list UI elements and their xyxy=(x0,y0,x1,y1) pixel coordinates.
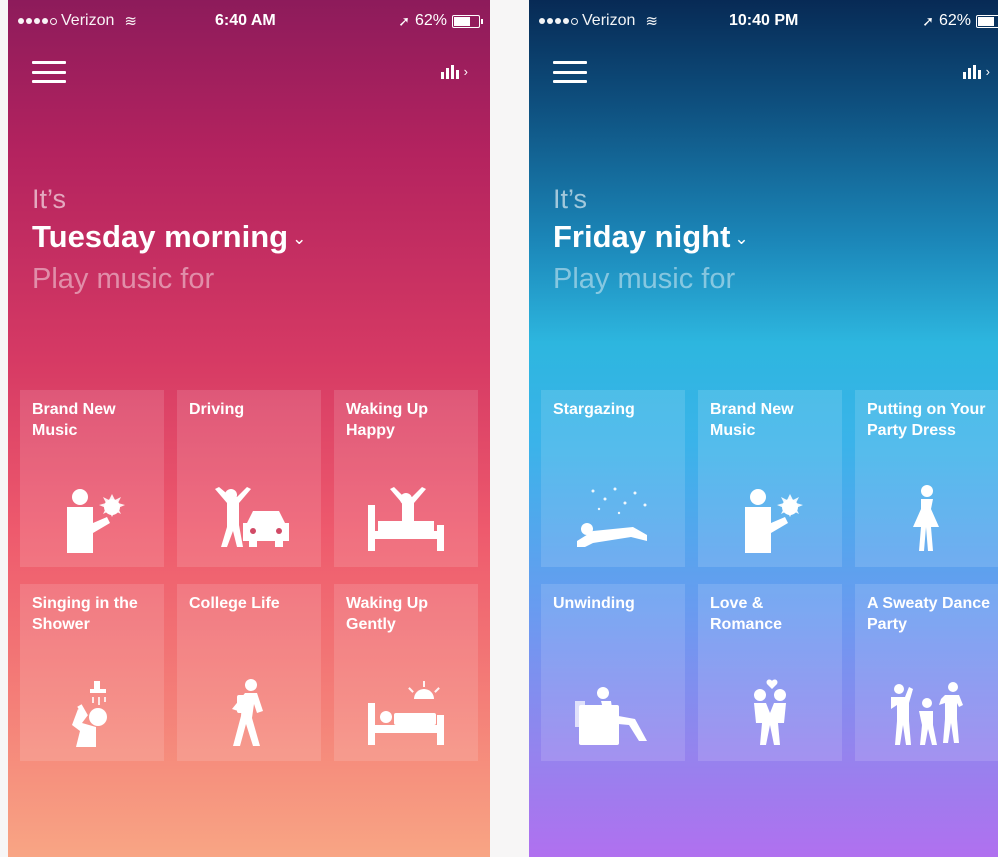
tile-college-life[interactable]: College Life xyxy=(177,584,321,761)
stats-chart-icon[interactable]: › xyxy=(962,65,990,79)
couple-kissing-icon xyxy=(754,679,786,745)
tile-brand-new-music[interactable]: Brand New Music xyxy=(20,390,164,567)
people-dancing-icon xyxy=(891,682,963,745)
play-music-for-prompt: Play music for xyxy=(32,262,215,295)
time-period-selector[interactable]: Friday night ⌄ xyxy=(553,216,749,260)
tile-label: Singing in the Shower xyxy=(32,595,138,633)
battery-icon xyxy=(976,14,998,28)
chevron-down-icon: ⌄ xyxy=(734,228,749,248)
person-car-icon xyxy=(215,487,289,547)
tile-putting-on-your-party-dress[interactable]: Putting on Your Party Dress xyxy=(855,390,998,567)
greeting: It’s Friday night ⌄ Play music for xyxy=(553,182,749,298)
location-arrow-icon: ➚ xyxy=(922,12,934,29)
tile-brand-new-music[interactable]: Brand New Music xyxy=(698,390,842,567)
wifi-icon: ≋ xyxy=(645,13,658,30)
location-arrow-icon: ➚ xyxy=(398,12,410,29)
status-right: ➚ 62% xyxy=(922,12,998,30)
tile-waking-up-happy[interactable]: Waking Up Happy xyxy=(334,390,478,567)
tile-love-romance[interactable]: Love & Romance xyxy=(698,584,842,761)
greeting-its: It’s xyxy=(32,184,67,214)
person-shower-icon xyxy=(72,681,107,747)
phone-screen-morning: Verizon ≋ 6:40 AM ➚ 62% › It’s Tuesday m… xyxy=(8,0,490,857)
status-time: 10:40 PM xyxy=(729,12,799,29)
tile-label: College Life xyxy=(189,595,280,612)
play-music-for-prompt: Play music for xyxy=(553,262,736,295)
tile-label: Brand New Music xyxy=(32,401,116,439)
tile-label: A Sweaty Dance Party xyxy=(867,595,991,633)
person-walking-backpack-icon xyxy=(232,679,263,746)
tile-label: Putting on Your Party Dress xyxy=(867,401,986,439)
battery-percent: 62% xyxy=(414,12,447,29)
person-waking-bed-icon xyxy=(368,487,444,551)
status-bar: Verizon ≋ 6:40 AM ➚ 62% xyxy=(8,0,490,40)
tile-unwinding[interactable]: Unwinding xyxy=(541,584,685,761)
tile-label: Love & Romance xyxy=(710,595,783,633)
tile-stargazing[interactable]: Stargazing xyxy=(541,390,685,567)
tile-driving[interactable]: Driving xyxy=(177,390,321,567)
tile-label: Stargazing xyxy=(553,401,635,418)
chevron-down-icon: ⌄ xyxy=(292,228,307,248)
status-bar: Verizon ≋ 10:40 PM ➚ 62% xyxy=(529,0,998,40)
time-period-label: Tuesday morning xyxy=(32,219,289,254)
tile-label: Brand New Music xyxy=(710,401,794,439)
phone-screen-night: Verizon ≋ 10:40 PM ➚ 62% › It’s Friday n… xyxy=(529,0,998,857)
hamburger-menu-icon[interactable] xyxy=(32,61,66,83)
time-period-selector[interactable]: Tuesday morning ⌄ xyxy=(32,216,306,260)
tile-label: Waking Up Happy xyxy=(346,401,429,439)
person-with-flower-icon xyxy=(67,489,125,553)
person-with-flower-icon xyxy=(745,489,803,553)
activity-grid: Brand New Music Driving Waking Up Happy … xyxy=(20,390,478,761)
stats-chart-icon[interactable]: › xyxy=(440,65,468,79)
tile-label: Waking Up Gently xyxy=(346,595,429,633)
tile-label: Unwinding xyxy=(553,595,635,612)
tile-waking-up-gently[interactable]: Waking Up Gently xyxy=(334,584,478,761)
person-armchair-icon xyxy=(575,687,647,745)
person-dress-icon xyxy=(913,485,939,551)
tile-singing-in-the-shower[interactable]: Singing in the Shower xyxy=(20,584,164,761)
battery-icon xyxy=(452,14,483,28)
tile-a-sweaty-dance-party[interactable]: A Sweaty Dance Party xyxy=(855,584,998,761)
person-bed-sun-icon xyxy=(368,681,444,745)
person-lying-stars-icon xyxy=(577,487,647,547)
carrier-name: Verizon xyxy=(61,12,115,29)
wifi-icon: ≋ xyxy=(124,13,137,30)
greeting: It’s Tuesday morning ⌄ Play music for xyxy=(32,182,306,298)
carrier-indicator: Verizon ≋ xyxy=(18,12,137,30)
greeting-its: It’s xyxy=(553,184,588,214)
activity-grid: Stargazing Brand New Music Putting on Yo… xyxy=(541,390,998,761)
hamburger-menu-icon[interactable] xyxy=(553,61,587,83)
status-time: 6:40 AM xyxy=(215,12,276,29)
tile-label: Driving xyxy=(189,401,245,418)
time-period-label: Friday night xyxy=(553,219,731,254)
carrier-indicator: Verizon ≋ xyxy=(539,12,658,30)
signal-strength-icon xyxy=(539,17,578,25)
status-right: ➚ 62% xyxy=(398,12,483,30)
carrier-name: Verizon xyxy=(582,12,636,29)
signal-strength-icon xyxy=(18,17,57,25)
battery-percent: 62% xyxy=(938,12,971,29)
